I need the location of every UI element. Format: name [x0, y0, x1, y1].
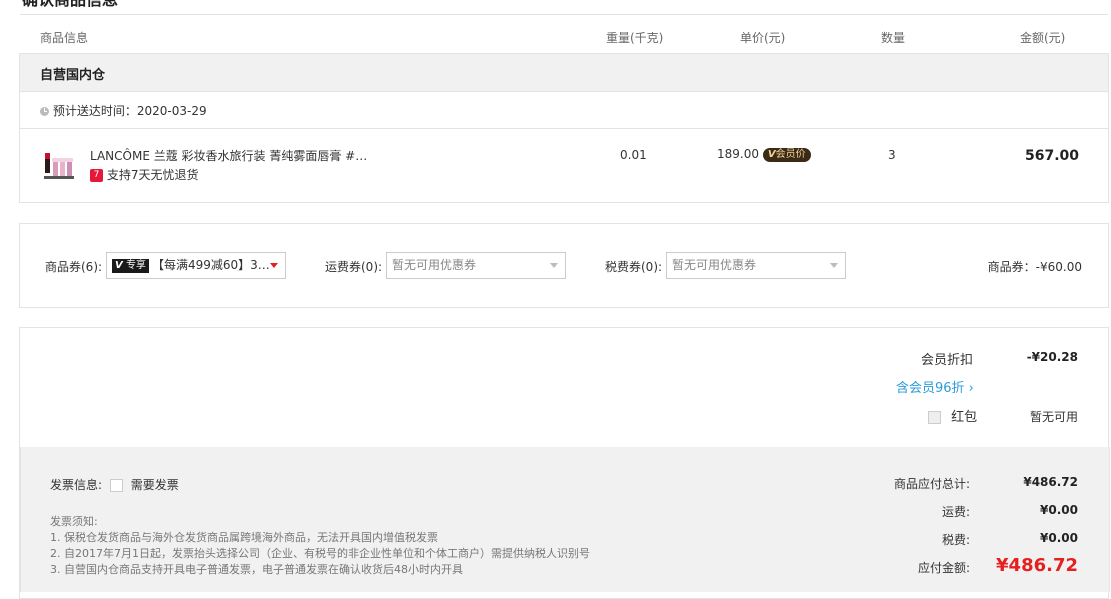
- red-packet-status: 暂无可用: [1029, 410, 1078, 424]
- divider: [20, 128, 1108, 129]
- col-quantity: 数量: [881, 31, 906, 45]
- section-title: 确认商品信息: [22, 0, 118, 10]
- item-weight: 0.01: [620, 148, 647, 162]
- invoice-note: 3. 自营国内仓商品支持开具电子普通发票，电子普通发票在确认收货后48小时内开具: [50, 563, 463, 576]
- col-product-info: 商品信息: [40, 31, 89, 45]
- invoice-notice-title: 发票须知:: [50, 515, 98, 528]
- shipping-coupon-select[interactable]: 暂无可用优惠券: [386, 252, 566, 279]
- dropdown-arrow-icon: [270, 263, 278, 268]
- member-discount-label: 会员折扣: [921, 353, 974, 368]
- invoice-notice: 发票须知: 1. 保税仓发货商品与海外仓发货商品属跨境海外商品，无法开具国内增值…: [50, 514, 590, 578]
- warehouse-name: 自营国内仓: [40, 68, 106, 83]
- tax-coupon-select[interactable]: 暂无可用优惠券: [666, 252, 846, 279]
- invoice-label: 发票信息:: [50, 478, 103, 492]
- need-invoice-label[interactable]: 需要发票: [131, 478, 179, 492]
- delivery-label: 预计送达时间：: [52, 104, 137, 118]
- return-policy-text: 支持7天无忧退货: [106, 168, 199, 182]
- payable-value: ¥486.72: [996, 555, 1078, 576]
- invoice-row: 发票信息: 需要发票: [50, 476, 179, 493]
- product-name[interactable]: LANCÔME 兰蔻 彩妆香水旅行装 菁纯雾面唇膏 #…: [90, 147, 367, 164]
- tax-fee-value: ¥0.00: [1040, 531, 1078, 545]
- member-discount-value: -¥20.28: [1026, 350, 1078, 364]
- col-weight: 重量(千克): [606, 31, 664, 45]
- shipping-coupon-label: 运费券(0):: [325, 260, 383, 274]
- goods-coupon-value: 【每满499减60】3…: [151, 258, 270, 272]
- subtotal-value: ¥486.72: [1023, 475, 1078, 489]
- dropdown-arrow-icon: [550, 263, 558, 268]
- dropdown-arrow-icon: [830, 263, 838, 268]
- product-thumbnail[interactable]: [42, 149, 78, 181]
- divider: [20, 91, 1108, 92]
- item-price: 189.00: [717, 147, 759, 161]
- subtotal-label: 商品应付总计:: [893, 477, 970, 491]
- goods-coupon-select[interactable]: V 专享 【每满499减60】3…: [106, 252, 286, 279]
- col-unit-price: 单价(元): [740, 31, 786, 45]
- warehouse-header: [20, 54, 1108, 91]
- shipping-fee-label: 运费:: [941, 505, 970, 519]
- red-packet-checkbox[interactable]: [928, 411, 941, 424]
- coupon-summary: 商品券：-¥60.00: [987, 260, 1082, 274]
- col-amount: 金额(元): [1020, 31, 1066, 45]
- tax-fee-label: 税费:: [941, 533, 970, 547]
- item-amount: 567.00: [1025, 148, 1080, 164]
- red-packet-row: 红包: [928, 406, 977, 425]
- exclusive-tag: V 专享: [112, 258, 149, 273]
- delivery-date: 2020-03-29: [136, 104, 207, 118]
- invoice-note: 2. 自2017年7月1日起，发票抬头选择公司（企业、有税号的非企业性单位和个体…: [50, 547, 590, 560]
- divider: [20, 14, 1108, 15]
- member-discount-link[interactable]: 含会员96折 ›: [896, 377, 974, 396]
- return-policy: 7 支持7天无忧退货: [90, 166, 198, 183]
- need-invoice-checkbox[interactable]: [109, 479, 123, 492]
- invoice-note: 1. 保税仓发货商品与海外仓发货商品属跨境海外商品，无法开具国内增值税发票: [50, 531, 438, 544]
- delivery-estimate: 预计送达时间：2020-03-29: [40, 102, 207, 119]
- tax-coupon-label: 税费券(0):: [605, 260, 663, 274]
- item-quantity: 3: [888, 148, 896, 162]
- payable-label: 应付金额:: [917, 561, 970, 575]
- item-price-group: 189.00 V会员价: [717, 147, 811, 162]
- seven-day-return-icon: 7: [90, 169, 103, 182]
- shipping-coupon-value: 暂无可用优惠券: [392, 258, 477, 272]
- goods-coupon-label: 商品券(6):: [45, 260, 103, 274]
- clock-icon: [40, 107, 49, 116]
- tax-coupon-value: 暂无可用优惠券: [672, 258, 757, 272]
- member-price-badge: V会员价: [762, 147, 811, 162]
- shipping-fee-value: ¥0.00: [1040, 503, 1078, 517]
- red-packet-label: 红包: [951, 410, 978, 425]
